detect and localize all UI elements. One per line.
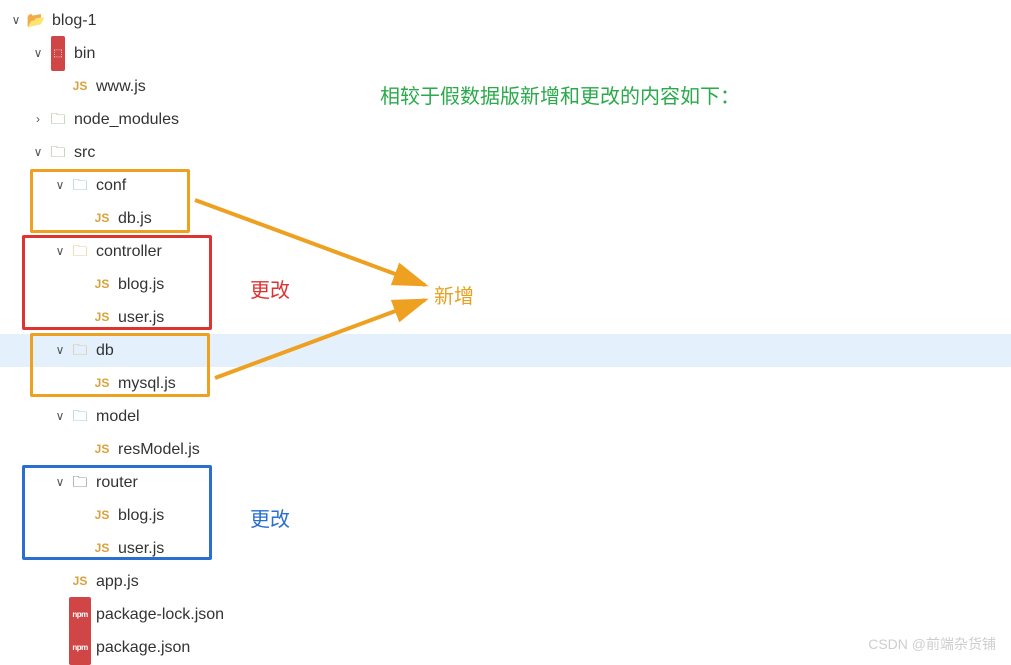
chevron-down-icon: ∨ (30, 136, 46, 169)
js-icon: JS (92, 433, 112, 466)
tree-row-pkglock[interactable]: ∨ npm package-lock.json (0, 598, 1011, 631)
tree-label: node_modules (74, 103, 179, 136)
js-icon: JS (92, 202, 112, 235)
js-icon: JS (92, 532, 112, 565)
js-icon: JS (92, 268, 112, 301)
chevron-down-icon: ∨ (30, 37, 46, 70)
chevron-down-icon: ∨ (52, 466, 68, 499)
folder-icon: 📂 (26, 4, 46, 37)
tree-label: model (96, 400, 140, 433)
tree-row-db[interactable]: ∨ 🗀 db (0, 334, 1011, 367)
annotation-change-blue: 更改 (250, 503, 290, 532)
annotation-change-red: 更改 (250, 274, 290, 303)
tree-row-conf[interactable]: ∨ 🗀 conf (0, 169, 1011, 202)
tree-row-model[interactable]: ∨ 🗀 model (0, 400, 1011, 433)
tree-label: src (74, 136, 95, 169)
tree-row-ctrl-blog[interactable]: ∨ JS blog.js (0, 268, 1011, 301)
js-icon: JS (92, 367, 112, 400)
npm-icon: npm (70, 597, 90, 632)
chevron-down-icon: ∨ (52, 169, 68, 202)
tree-row-bin[interactable]: ∨ ⬚ bin (0, 37, 1011, 70)
tree-label: blog.js (118, 268, 164, 301)
annotation-new: 新增 (434, 280, 474, 309)
chevron-right-icon: › (30, 103, 46, 136)
annotation-title: 相较于假数据版新增和更改的内容如下： (380, 80, 740, 109)
tree-label: router (96, 466, 138, 499)
tree-label: app.js (96, 565, 139, 598)
tree-row-pkg[interactable]: ∨ npm package.json (0, 631, 1011, 664)
tree-row-ctrl-user[interactable]: ∨ JS user.js (0, 301, 1011, 334)
folder-model-icon: 🗀 (70, 400, 90, 433)
tree-label: controller (96, 235, 162, 268)
tree-row-src[interactable]: ∨ 🗀 src (0, 136, 1011, 169)
tree-row-root[interactable]: ∨ 📂 blog-1 (0, 4, 1011, 37)
tree-label: bin (74, 37, 95, 70)
tree-label: blog-1 (52, 4, 96, 37)
js-icon: JS (92, 499, 112, 532)
tree-label: package-lock.json (96, 598, 224, 631)
tree-label: conf (96, 169, 126, 202)
tree-label: db.js (118, 202, 152, 235)
tree-label: user.js (118, 301, 164, 334)
tree-label: resModel.js (118, 433, 200, 466)
chevron-down-icon: ∨ (52, 235, 68, 268)
folder-controller-icon: 🗀 (70, 235, 90, 268)
js-icon: JS (92, 301, 112, 334)
tree-label: db (96, 334, 114, 367)
tree-row-router-blog[interactable]: ∨ JS blog.js (0, 499, 1011, 532)
folder-db-icon: 🗀 (70, 334, 90, 367)
js-icon: JS (70, 70, 90, 103)
tree-row-router[interactable]: ∨ 🗀 router (0, 466, 1011, 499)
tree-label: www.js (96, 70, 146, 103)
tree-row-resmodel[interactable]: ∨ JS resModel.js (0, 433, 1011, 466)
watermark: CSDN @前端杂货铺 (868, 634, 996, 654)
tree-label: user.js (118, 532, 164, 565)
folder-node-icon: 🗀 (48, 103, 68, 136)
folder-bin-icon: ⬚ (48, 36, 68, 71)
tree-row-router-user[interactable]: ∨ JS user.js (0, 532, 1011, 565)
chevron-down-icon: ∨ (52, 400, 68, 433)
folder-conf-icon: 🗀 (70, 169, 90, 202)
tree-label: blog.js (118, 499, 164, 532)
tree-label: mysql.js (118, 367, 176, 400)
tree-row-controller[interactable]: ∨ 🗀 controller (0, 235, 1011, 268)
chevron-down-icon: ∨ (52, 334, 68, 367)
folder-router-icon: 🗀 (70, 466, 90, 499)
folder-src-icon: 🗀 (48, 136, 68, 169)
tree-row-app[interactable]: ∨ JS app.js (0, 565, 1011, 598)
js-icon: JS (70, 565, 90, 598)
tree-row-mysql[interactable]: ∨ JS mysql.js (0, 367, 1011, 400)
tree-label: package.json (96, 631, 190, 664)
tree-row-dbjs[interactable]: ∨ JS db.js (0, 202, 1011, 235)
chevron-down-icon: ∨ (8, 4, 24, 37)
